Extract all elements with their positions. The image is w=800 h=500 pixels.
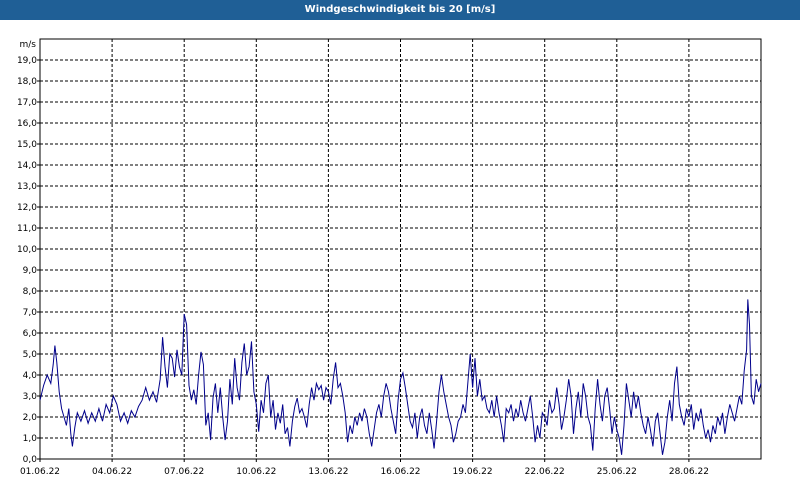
y-tick-label: 17,0 [17, 98, 37, 108]
y-tick-label: 6,0 [23, 329, 38, 339]
y-tick-label: 13,0 [17, 182, 37, 192]
y-axis: m/s 0,0 1,0 2,0 3,0 4,0 5,0 6,0 7,0 8,0 9,0 10,0 11… [17, 40, 40, 465]
y-tick-label: 14,0 [17, 161, 37, 171]
wind-speed-chart: m/s 0,0 1,0 2,0 3,0 4,0 5,0 6,0 7,0 8,0 9,0 10,0 11… [17, 38, 762, 477]
y-tick-label: 9,0 [23, 266, 38, 276]
y-tick-label: 12,0 [17, 203, 37, 213]
y-tick-label: 7,0 [23, 308, 38, 318]
chart-title: Windgeschwindigkeit bis 20 [m/s] [0, 0, 800, 20]
y-tick-label: 18,0 [17, 77, 37, 87]
y-tick-label: 19,0 [17, 56, 37, 66]
x-axis: 01.06.22 04.06.22 07.06.22 10.06.22 13.06.22… [20, 459, 709, 477]
y-tick-label: 5,0 [23, 350, 38, 360]
y-tick-label: 2,0 [23, 413, 38, 423]
y-tick-label: 11,0 [17, 224, 37, 234]
y-tick-label: 16,0 [17, 119, 37, 129]
x-tick-label: 16.06.22 [380, 467, 420, 477]
y-tick-label: 0,0 [23, 455, 38, 465]
x-tick-label: 13.06.22 [308, 467, 348, 477]
x-tick-label: 04.06.22 [92, 467, 132, 477]
y-axis-unit-label: m/s [20, 40, 37, 50]
x-tick-label: 07.06.22 [164, 467, 204, 477]
y-tick-label: 1,0 [23, 434, 38, 444]
x-tick-label: 28.06.22 [669, 467, 709, 477]
y-tick-label: 3,0 [23, 392, 38, 402]
y-tick-label: 15,0 [17, 140, 37, 150]
x-tick-label: 25.06.22 [597, 467, 637, 477]
y-tick-label: 4,0 [23, 371, 38, 381]
x-tick-label: 10.06.22 [236, 467, 276, 477]
y-tick-label: 8,0 [23, 287, 38, 297]
x-tick-label: 01.06.22 [20, 467, 60, 477]
x-tick-label: 22.06.22 [525, 467, 565, 477]
y-tick-label: 10,0 [17, 245, 37, 255]
x-tick-label: 19.06.22 [453, 467, 493, 477]
